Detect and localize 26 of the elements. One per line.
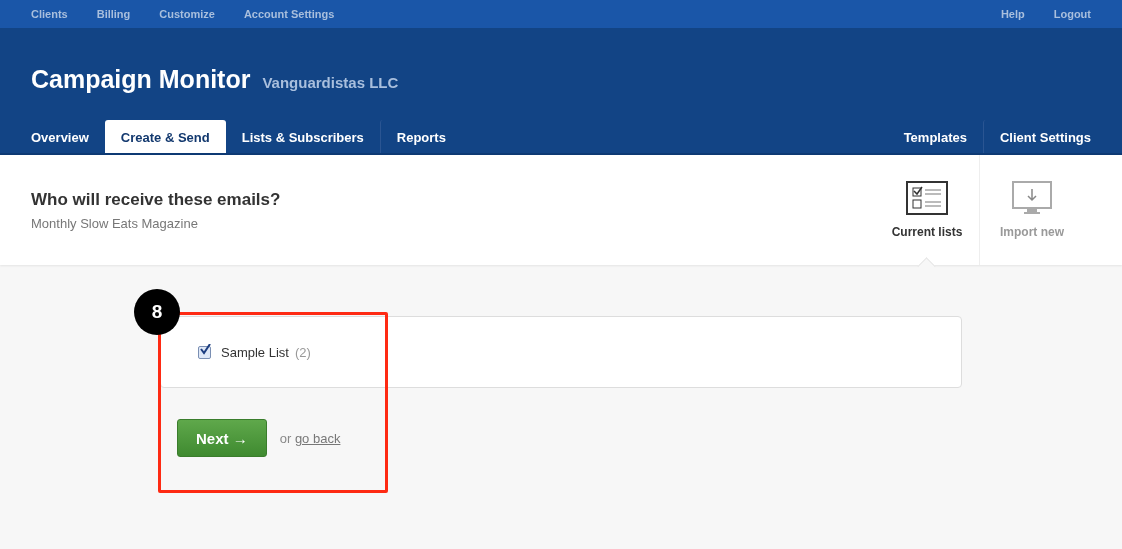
monitor-download-icon bbox=[1012, 181, 1052, 215]
view-option[interactable]: Current lists bbox=[875, 155, 979, 265]
top-nav-link[interactable]: Customize bbox=[159, 8, 215, 20]
checklist-icon bbox=[906, 181, 948, 215]
top-nav-link[interactable]: Logout bbox=[1053, 8, 1091, 20]
step-badge: 8 bbox=[134, 289, 180, 335]
client-name: Vanguardistas LLC bbox=[262, 74, 399, 91]
list-checkbox[interactable] bbox=[198, 345, 211, 359]
next-button[interactable]: Next → bbox=[177, 419, 267, 457]
view-option[interactable]: Import new bbox=[979, 155, 1084, 265]
campaign-name: Monthly Slow Eats Magazine bbox=[31, 215, 199, 231]
top-nav-link[interactable]: Billing bbox=[96, 8, 131, 20]
top-nav-link[interactable]: Account Settings bbox=[243, 8, 335, 20]
app-title: Campaign Monitor bbox=[31, 65, 251, 94]
nav-tab[interactable]: Templates bbox=[887, 120, 983, 153]
nav-tab[interactable]: Client Settings bbox=[983, 120, 1107, 153]
go-back-link[interactable]: go back bbox=[294, 430, 341, 446]
nav-tab[interactable]: Lists & Subscribers bbox=[225, 120, 380, 153]
top-nav-link[interactable]: Clients bbox=[31, 8, 68, 20]
top-nav-link[interactable]: Help bbox=[1000, 8, 1025, 20]
nav-tab[interactable]: Create & Send bbox=[104, 120, 226, 153]
list-name: Sample List (2) bbox=[221, 344, 311, 360]
nav-tab[interactable]: Overview bbox=[15, 120, 105, 153]
go-back-text: or go back bbox=[279, 430, 341, 446]
step-heading: Who will receive these emails? bbox=[31, 189, 281, 210]
nav-tab[interactable]: Reports bbox=[379, 120, 462, 153]
